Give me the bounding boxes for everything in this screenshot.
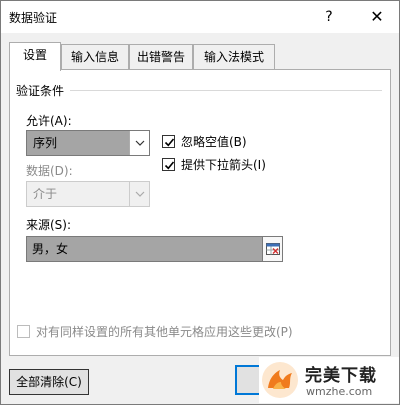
help-button[interactable]: ?	[315, 5, 343, 29]
checkbox-box[interactable]	[162, 158, 175, 171]
apply-to-all-label: 对有同样设置的所有其他单元格应用这些更改(P)	[36, 325, 293, 339]
watermark: 完美下载 wmzhe.com	[259, 357, 399, 403]
dialog-title: 数据验证	[9, 11, 58, 25]
watermark-url: wmzhe.com	[306, 385, 373, 398]
checkbox-box	[17, 325, 30, 338]
tab-settings[interactable]: 设置	[9, 42, 61, 71]
in-cell-dropdown-label: 提供下拉箭头(I)	[181, 158, 266, 172]
data-label: 数据(D):	[26, 164, 73, 178]
chevron-down-icon	[129, 182, 149, 206]
flame-logo-icon	[262, 362, 298, 398]
tab-ime-mode[interactable]: 输入法模式	[193, 44, 275, 70]
checkbox-box[interactable]	[162, 135, 175, 148]
clear-all-button[interactable]: 全部清除(C)	[9, 369, 89, 395]
tab-input-message[interactable]: 输入信息	[61, 44, 129, 70]
close-button[interactable]: ✕	[363, 5, 391, 29]
watermark-name: 完美下载	[305, 366, 377, 386]
allow-label: 允许(A):	[26, 114, 72, 128]
allow-select[interactable]: 序列	[26, 130, 150, 156]
source-input[interactable]: 男，女	[26, 236, 263, 262]
range-selector-icon	[265, 243, 280, 255]
source-label: 来源(S):	[26, 218, 72, 232]
data-select: 介于	[26, 181, 150, 207]
tab-error-alert[interactable]: 出错警告	[129, 44, 193, 70]
ignore-blank-label: 忽略空值(B)	[181, 135, 247, 149]
range-select-button[interactable]	[263, 236, 283, 262]
section-title-validation-criteria: 验证条件	[16, 84, 65, 98]
chevron-down-icon[interactable]	[129, 131, 149, 155]
section-divider	[70, 90, 382, 91]
data-select-value: 介于	[27, 182, 129, 206]
allow-select-value: 序列	[27, 131, 129, 155]
settings-panel: 验证条件 允许(A): 序列 忽略空值(B) 数据(D): 提供下拉箭头(I) …	[9, 69, 391, 356]
data-validation-dialog: 数据验证 ? ✕ 设置 输入信息 出错警告 输入法模式 验证条件 允许(A): …	[0, 0, 400, 405]
title-bar: 数据验证 ? ✕	[1, 1, 399, 33]
